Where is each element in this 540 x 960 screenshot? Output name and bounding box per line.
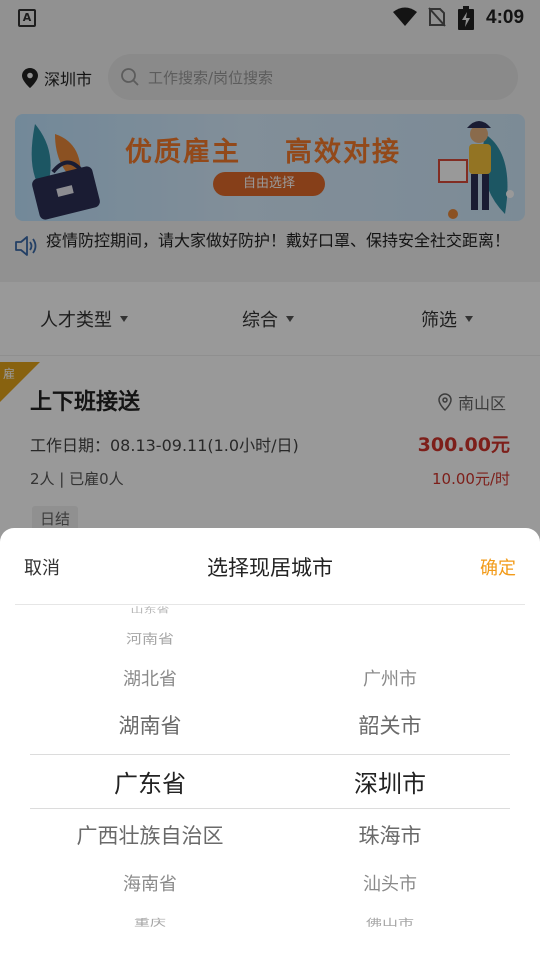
city-wheel[interactable]: 广州市 韶关市 深圳市 珠海市 汕头市 佛山市 [255,604,525,934]
city-picker-sheet: 选择现居城市 取消 确定 山东省 河南省 湖北省 湖南省 广东省 广西壮族自治区… [0,528,540,960]
province-option[interactable]: 海南省 [15,870,285,896]
confirm-button[interactable]: 确定 [480,554,516,580]
city-option[interactable]: 汕头市 [255,870,525,896]
province-option-selected[interactable]: 广东省 [15,764,285,799]
province-option[interactable]: 广西壮族自治区 [15,820,285,850]
city-option[interactable]: 珠海市 [255,820,525,850]
province-option[interactable]: 河南省 [15,628,285,647]
city-option[interactable]: 韶关市 [255,710,525,740]
province-option[interactable]: 湖南省 [15,710,285,740]
province-option[interactable]: 湖北省 [15,665,285,691]
province-option[interactable]: 重庆 [15,915,285,929]
cancel-button[interactable]: 取消 [24,554,60,580]
city-option[interactable]: 广州市 [255,665,525,691]
picker-title: 选择现居城市 [207,556,333,580]
city-option[interactable]: 佛山市 [255,915,525,929]
province-option[interactable]: 山东省 [15,604,285,614]
city-option-selected[interactable]: 深圳市 [255,764,525,799]
province-wheel[interactable]: 山东省 河南省 湖北省 湖南省 广东省 广西壮族自治区 海南省 重庆 [15,604,285,934]
